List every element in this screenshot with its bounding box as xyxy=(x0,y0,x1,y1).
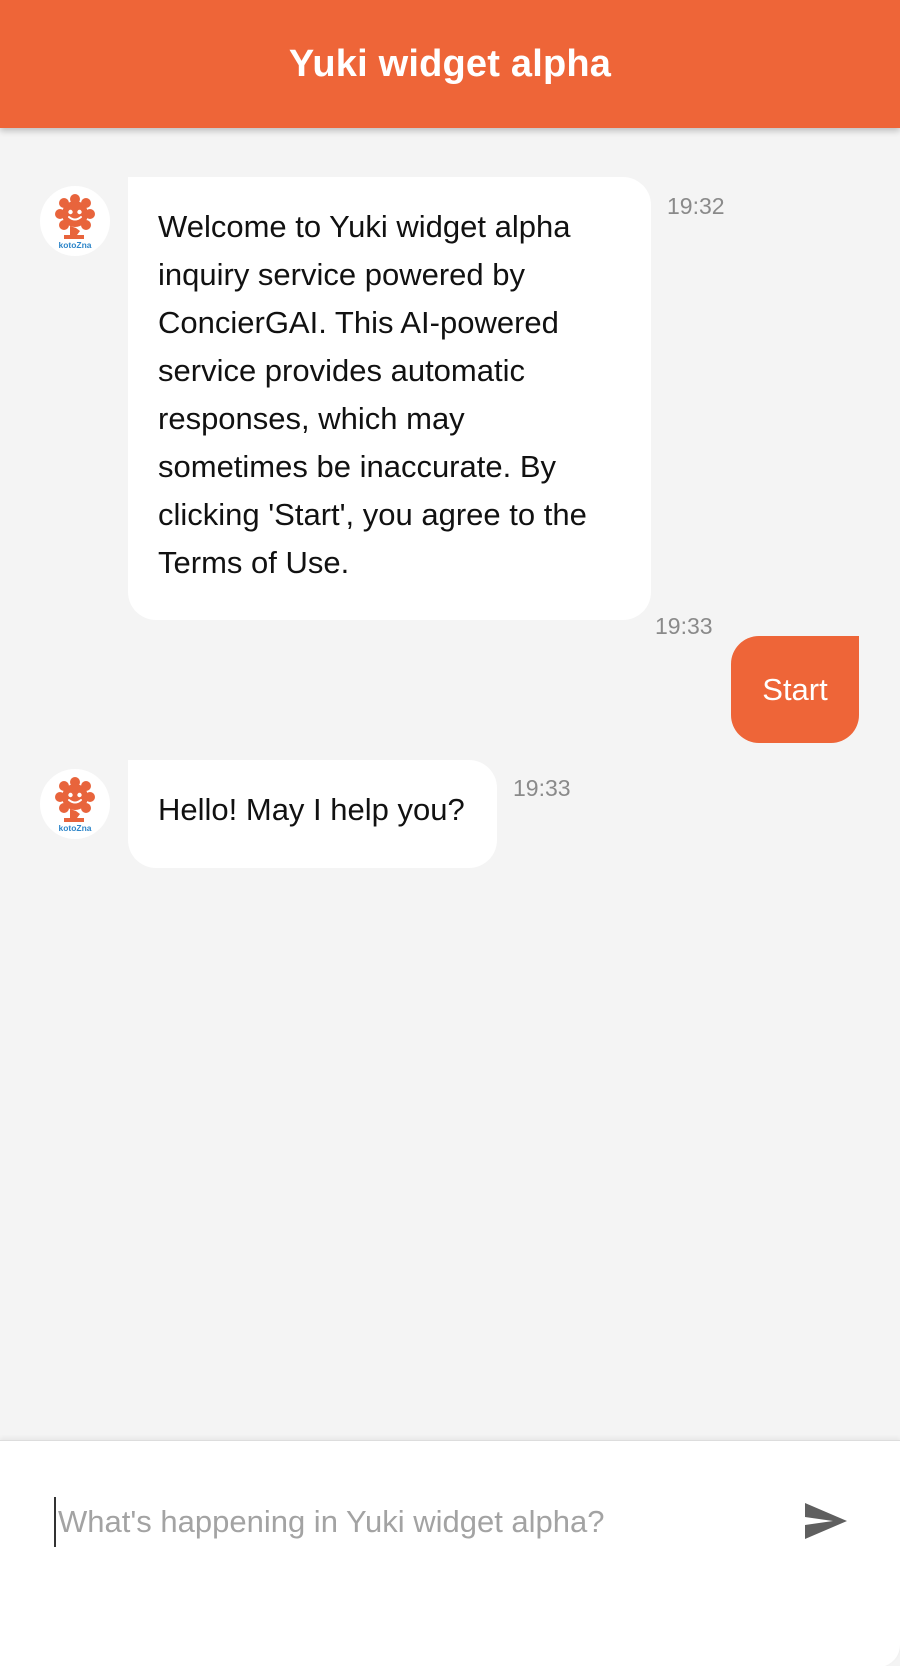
message-input[interactable] xyxy=(54,1497,758,1547)
send-icon xyxy=(805,1503,847,1539)
bot-message-bubble: Hello! May I help you? xyxy=(128,760,497,868)
bot-message-bubble: Welcome to Yuki widget alpha inquiry ser… xyxy=(128,177,651,620)
message-composer xyxy=(0,1440,900,1666)
message-text: Hello! May I help you? xyxy=(158,792,465,827)
message-text: Welcome to Yuki widget alpha inquiry ser… xyxy=(158,209,587,580)
avatar-caption: kotoZna xyxy=(58,823,91,833)
bot-avatar: kotoZna xyxy=(40,769,110,839)
kotozna-mascot-icon: kotoZna xyxy=(55,194,95,250)
send-button[interactable] xyxy=(794,1489,858,1553)
chat-header: Yuki widget alpha xyxy=(0,0,900,128)
message-timestamp: 19:33 xyxy=(655,613,713,639)
message-text: Start xyxy=(762,671,828,707)
kotozna-mascot-icon: kotoZna xyxy=(55,777,95,833)
message-timestamp: 19:33 xyxy=(513,775,571,801)
message-timestamp: 19:32 xyxy=(667,193,725,219)
chat-title: Yuki widget alpha xyxy=(288,42,612,85)
message-list[interactable]: kotoZna Welcome to Yuki widget alpha inq… xyxy=(0,128,900,1440)
avatar-caption: kotoZna xyxy=(58,240,91,250)
bot-avatar: kotoZna xyxy=(40,186,110,256)
user-message-bubble: Start xyxy=(731,636,859,743)
chat-widget: Yuki widget alpha kotoZna Welcome to Yuk… xyxy=(0,0,900,1666)
